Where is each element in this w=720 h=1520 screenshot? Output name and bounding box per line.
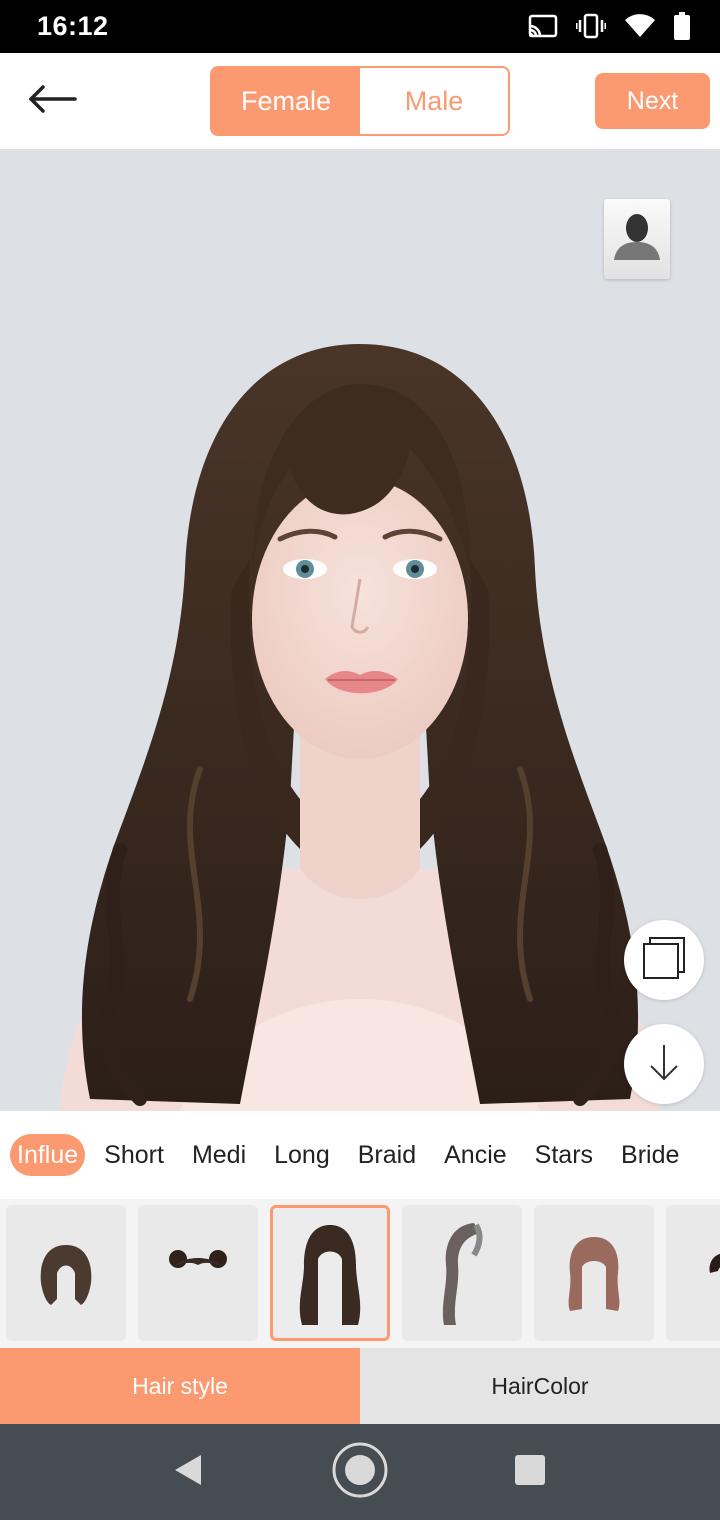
layers-icon — [641, 935, 687, 986]
arrow-down-icon — [647, 1042, 681, 1087]
hairstyle-thumbnail[interactable] — [138, 1205, 258, 1341]
person-silhouette-icon — [610, 212, 664, 267]
download-button[interactable] — [624, 1024, 704, 1104]
mode-tabs: Hair style HairColor — [0, 1348, 720, 1424]
bob-hair-image — [40, 1245, 92, 1305]
long-wavy-hair-image — [299, 1225, 361, 1325]
gender-toggle: Female Male — [210, 66, 510, 136]
nav-back-button[interactable] — [158, 1442, 218, 1502]
hairstyle-thumbnail[interactable] — [666, 1205, 720, 1341]
back-button[interactable] — [22, 79, 82, 123]
nav-recents-button[interactable] — [500, 1442, 560, 1502]
category-tab-ancient[interactable]: Ancie — [435, 1134, 516, 1176]
nav-back-icon — [173, 1453, 203, 1492]
gender-male-option[interactable]: Male — [360, 68, 508, 134]
arrow-left-icon — [27, 84, 77, 118]
category-tab-medium[interactable]: Medi — [183, 1134, 255, 1176]
hairstyle-thumbnail[interactable] — [6, 1205, 126, 1341]
hairstyle-thumbnail[interactable] — [402, 1205, 522, 1341]
system-nav-bar — [0, 1424, 720, 1520]
hairstyle-thumbnail-selected[interactable] — [270, 1205, 390, 1341]
hairstyle-thumbnail[interactable] — [534, 1205, 654, 1341]
vibrate-icon — [576, 13, 606, 39]
short-dark-hair-image — [709, 1253, 720, 1273]
portrait-image — [60, 344, 660, 1111]
cast-icon — [528, 14, 558, 38]
medium-pink-hair-image — [568, 1237, 620, 1311]
gender-female-option[interactable]: Female — [212, 68, 360, 134]
tab-hair-color[interactable]: HairColor — [360, 1348, 720, 1424]
next-button[interactable]: Next — [595, 73, 710, 129]
category-tab-braid[interactable]: Braid — [349, 1134, 425, 1176]
category-tab-short[interactable]: Short — [95, 1134, 173, 1176]
category-tab-long[interactable]: Long — [265, 1134, 339, 1176]
category-tabs: Influe Short Medi Long Braid Ancie Stars… — [0, 1111, 720, 1199]
nav-home-button[interactable] — [330, 1442, 390, 1502]
category-tab-influe[interactable]: Influe — [10, 1134, 86, 1176]
status-icons — [528, 10, 690, 42]
category-tab-stars[interactable]: Stars — [526, 1134, 602, 1176]
braided-hair-image — [442, 1223, 483, 1325]
category-tab-bride[interactable]: Bride — [612, 1134, 688, 1176]
battery-icon — [674, 12, 690, 40]
status-time: 16:12 — [37, 11, 109, 41]
compare-button[interactable] — [624, 920, 704, 1000]
status-bar: 16:12 — [0, 0, 720, 53]
hairstyle-thumbnails — [0, 1199, 720, 1348]
change-photo-button[interactable] — [604, 199, 670, 279]
tab-hair-style[interactable]: Hair style — [0, 1348, 360, 1424]
wifi-icon — [624, 14, 656, 38]
nav-home-icon — [331, 1441, 389, 1504]
nav-recents-icon — [514, 1454, 546, 1491]
app-header: Female Male Next — [0, 53, 720, 149]
buns-hair-image — [169, 1250, 227, 1268]
photo-preview — [0, 149, 720, 1111]
